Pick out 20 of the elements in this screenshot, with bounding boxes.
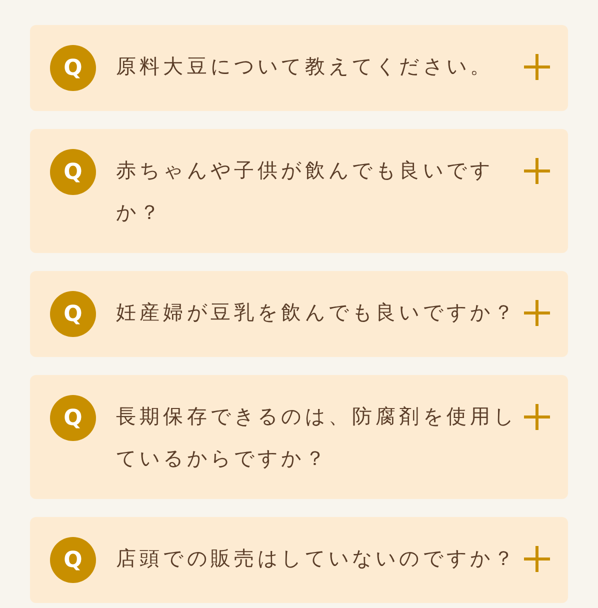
faq-item[interactable]: Q 赤ちゃんや子供が飲んでも良いですか？ [30,129,568,253]
question-badge: Q [50,149,96,195]
question-badge: Q [50,537,96,583]
question-badge: Q [50,45,96,91]
faq-item[interactable]: Q 店頭での販売はしていないのですか？ [30,517,568,603]
faq-item[interactable]: Q 長期保存できるのは、防腐剤を使用しているからですか？ [30,375,568,499]
faq-item[interactable]: Q 原料大豆について教えてください。 [30,25,568,111]
plus-icon[interactable] [524,546,550,572]
plus-icon[interactable] [524,404,550,430]
plus-icon[interactable] [524,300,550,326]
question-text: 店頭での販売はしていないのですか？ [116,545,518,572]
question-badge: Q [50,395,96,441]
question-text: 原料大豆について教えてください。 [116,53,495,80]
faq-item[interactable]: Q 妊産婦が豆乳を飲んでも良いですか？ [30,271,568,357]
plus-icon[interactable] [524,158,550,184]
question-text: 妊産婦が豆乳を飲んでも良いですか？ [116,299,518,326]
plus-icon[interactable] [524,54,550,80]
question-badge: Q [50,291,96,337]
question-text: 赤ちゃんや子供が飲んでも良いですか？ [116,157,495,226]
question-text: 長期保存できるのは、防腐剤を使用しているからですか？ [116,403,518,472]
